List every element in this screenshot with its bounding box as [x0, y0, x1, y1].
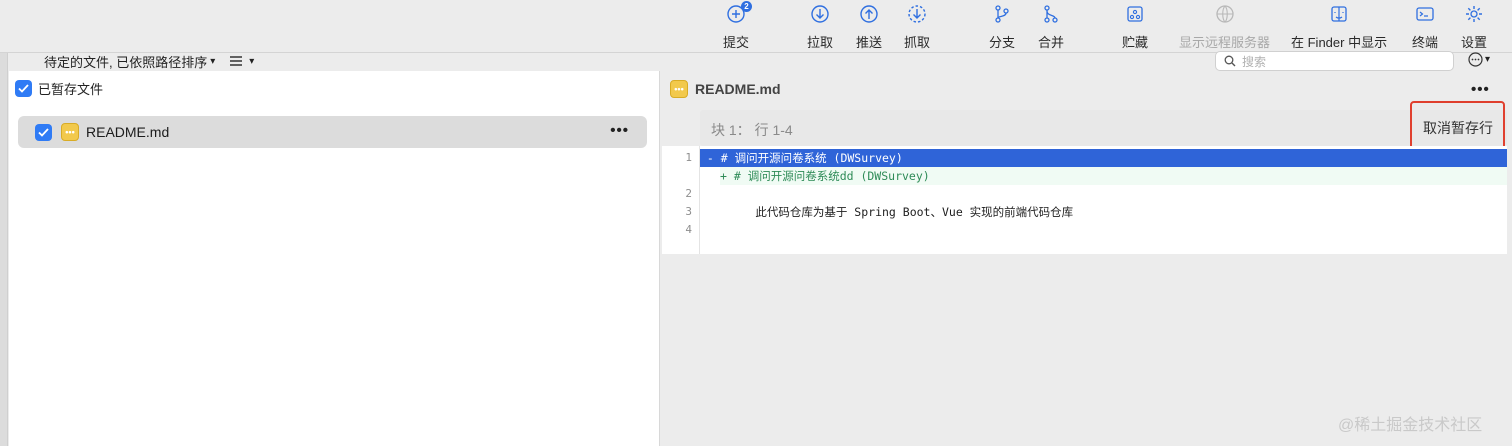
line-number-gutter: 1 2 3 4	[662, 146, 700, 254]
diff-line-context[interactable]: 此代码仓库为基于 Spring Boot、Vue 实现的前端代码仓库	[700, 203, 1073, 221]
hunk-label: 块 1： 行 1-4	[711, 122, 793, 138]
more-options-icon[interactable]: •••	[610, 122, 629, 139]
gear-icon	[1463, 4, 1485, 24]
ellipsis-circle-icon	[1468, 52, 1483, 67]
list-icon	[230, 56, 243, 66]
chevron-down-icon: ▾	[249, 55, 255, 67]
file-checkbox[interactable]	[35, 123, 52, 141]
stash-button[interactable]: 贮藏	[1122, 4, 1148, 50]
fetch-icon	[906, 4, 928, 24]
merge-icon	[1040, 4, 1062, 24]
push-icon	[858, 4, 880, 24]
diff-more-options-icon[interactable]: •••	[1471, 81, 1490, 98]
toolbar: 2 提交 拉取 推送 抓取 分支 合并 贮藏 显示远程服务器 在 Finder …	[0, 0, 1512, 53]
line-number: 2	[685, 187, 692, 200]
list-view-toggle[interactable]: ▾	[229, 55, 254, 67]
line-number: 3	[685, 205, 692, 218]
checkmark-icon	[18, 84, 29, 93]
diff-line-removed[interactable]: - # 调问开源问卷系统 (DWSurvey)	[700, 149, 1507, 167]
stash-icon	[1124, 4, 1146, 24]
merge-label: 合并	[1038, 35, 1065, 50]
commit-button[interactable]: 2 提交	[723, 1, 752, 50]
terminal-button[interactable]: 终端	[1412, 4, 1438, 50]
staged-files-header: 已暂存文件	[15, 79, 103, 98]
hunk-header: 块 1： 行 1-4	[700, 110, 1507, 146]
window-left-edge	[0, 0, 8, 446]
branch-icon	[991, 4, 1013, 24]
watermark: @稀土掘金技术社区	[1338, 417, 1483, 434]
fetch-button[interactable]: 抓取	[904, 4, 930, 50]
settings-label: 设置	[1461, 35, 1488, 50]
search-placeholder: 搜索	[1242, 54, 1267, 69]
diff-line-added[interactable]: + # 调问开源问卷系统dd (DWSurvey)	[720, 167, 1507, 185]
diff-file-header: ••• README.md	[670, 80, 781, 98]
pull-button[interactable]: 拉取	[807, 4, 833, 50]
pull-icon	[809, 4, 831, 24]
staged-all-checkbox[interactable]	[15, 80, 32, 97]
chevron-down-icon: ▾	[1485, 54, 1491, 65]
fetch-label: 抓取	[904, 35, 931, 50]
commit-icon: 2	[725, 1, 752, 24]
unstage-lines-button[interactable]: 取消暂存行	[1423, 118, 1493, 138]
diff-view: 1 2 3 4 - # 调问开源问卷系统 (DWSurvey) + # 调问开源…	[662, 146, 1507, 254]
sort-label: 待定的文件, 已依照路径排序	[44, 54, 208, 70]
show-in-finder-button[interactable]: 在 Finder 中显示	[1291, 4, 1387, 50]
show-remote-button[interactable]: 显示远程服务器	[1179, 4, 1270, 50]
modified-file-icon: •••	[61, 123, 79, 141]
file-name: README.md	[86, 124, 170, 140]
commit-label: 提交	[723, 35, 750, 50]
show-in-finder-label: 在 Finder 中显示	[1291, 35, 1388, 50]
search-field[interactable]: 搜索	[1215, 51, 1454, 71]
settings-button[interactable]: 设置	[1461, 4, 1487, 50]
merge-button[interactable]: 合并	[1038, 4, 1064, 50]
terminal-icon	[1414, 4, 1436, 24]
modified-file-icon: •••	[670, 80, 688, 98]
push-label: 推送	[856, 35, 883, 50]
finder-icon	[1328, 4, 1350, 24]
terminal-label: 终端	[1412, 35, 1439, 50]
line-number: 4	[685, 223, 692, 236]
branch-label: 分支	[989, 35, 1016, 50]
search-icon	[1224, 55, 1236, 67]
checkmark-icon	[38, 127, 49, 137]
staged-files-panel: 已暂存文件 ••• README.md •••	[9, 71, 660, 446]
commit-count-badge: 2	[741, 1, 752, 12]
staged-files-label: 已暂存文件	[38, 82, 104, 97]
chevron-down-icon: ▾	[210, 55, 216, 67]
branch-button[interactable]: 分支	[989, 4, 1015, 50]
line-number: 1	[685, 151, 692, 164]
options-menu-button[interactable]: ▾	[1468, 52, 1490, 67]
remote-icon	[1214, 4, 1236, 24]
show-remote-label: 显示远程服务器	[1179, 35, 1271, 50]
sort-options[interactable]: 待定的文件, 已依照路径排序 ▾ ▾	[44, 52, 254, 70]
pull-label: 拉取	[807, 35, 834, 50]
diff-file-name: README.md	[695, 81, 781, 97]
file-row-readme[interactable]: ••• README.md •••	[18, 116, 647, 148]
push-button[interactable]: 推送	[856, 4, 882, 50]
stash-label: 贮藏	[1122, 35, 1149, 50]
